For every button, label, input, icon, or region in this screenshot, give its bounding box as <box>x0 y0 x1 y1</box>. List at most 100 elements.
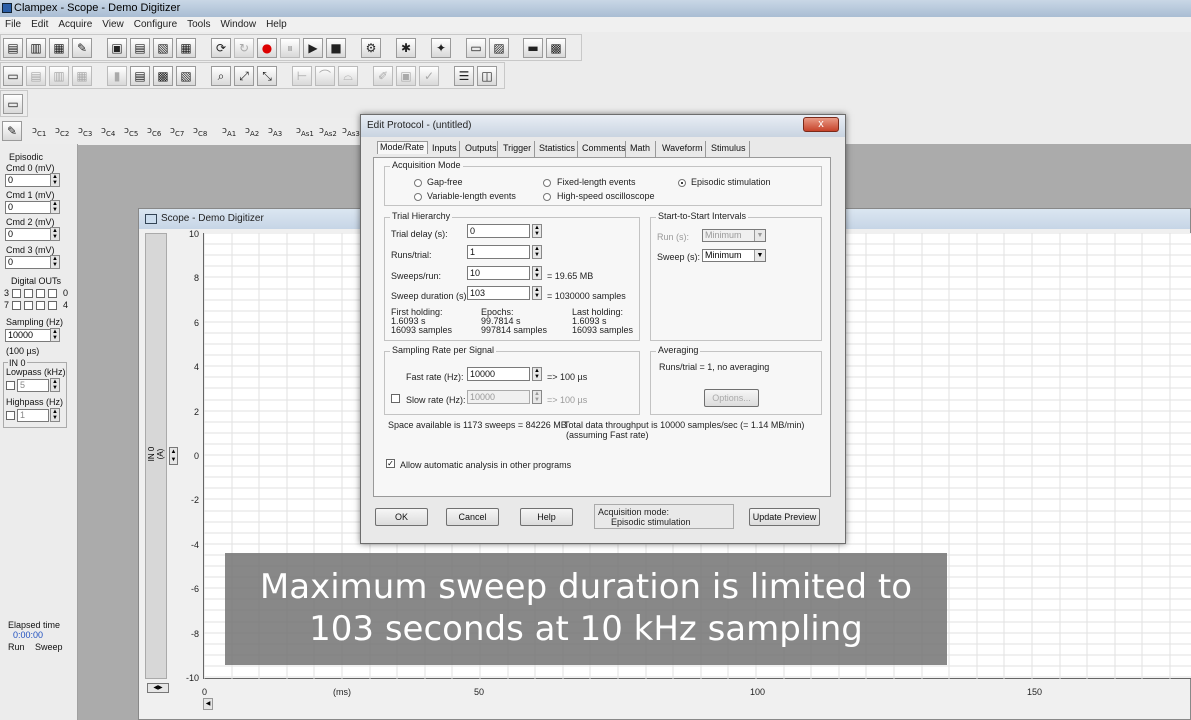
tab-inputs[interactable]: Inputs <box>430 141 460 157</box>
close-button[interactable]: x <box>803 117 839 132</box>
cmd2-spinner[interactable]: ▲ ▼ <box>50 227 60 241</box>
averaging-options-button[interactable]: Options... <box>704 389 759 407</box>
signal-c2[interactable]: ↄC2 <box>55 121 77 141</box>
edit-protocol-icon[interactable]: ✎ <box>72 38 92 58</box>
copy-icon[interactable]: ▤ <box>26 66 46 86</box>
update-preview-button[interactable]: Update Preview <box>749 508 820 526</box>
highpass-checkbox[interactable] <box>6 411 15 420</box>
signal-a2[interactable]: ↄA2 <box>245 121 267 141</box>
configure-icon[interactable]: ▩ <box>546 38 566 58</box>
rerun-icon[interactable]: ↻ <box>234 38 254 58</box>
lock-icon[interactable]: ▮ <box>107 66 127 86</box>
cmd2-field[interactable]: 0 <box>5 228 53 241</box>
trial-delay-spinner[interactable]: ▲ ▼ <box>532 224 542 238</box>
menu-tools[interactable]: Tools <box>182 17 215 32</box>
lowpass-checkbox[interactable] <box>6 381 15 390</box>
menu-help[interactable]: Help <box>261 17 292 32</box>
digital-bit-6[interactable] <box>24 301 33 310</box>
run-interval-select[interactable]: Minimum ▼ <box>702 229 766 242</box>
grid-icon[interactable]: ▦ <box>176 38 196 58</box>
cut-icon[interactable]: ▦ <box>72 66 92 86</box>
sweep-duration-spinner[interactable]: ▲ ▼ <box>532 286 542 300</box>
print-icon[interactable]: ▩ <box>153 66 173 86</box>
menu-configure[interactable]: Configure <box>129 17 182 32</box>
signal-c5[interactable]: ↄC5 <box>124 121 146 141</box>
highpass-spinner[interactable]: ▲ ▼ <box>50 408 60 422</box>
cmd1-spinner[interactable]: ▲ ▼ <box>50 200 60 214</box>
slow-rate-field[interactable]: 10000 <box>467 390 530 404</box>
stop-icon[interactable]: ■ <box>326 38 346 58</box>
stack-horizontal-icon[interactable]: ☰ <box>454 66 474 86</box>
tab-stimulus[interactable]: Stimulus <box>709 141 750 157</box>
radio-episodic[interactable] <box>678 179 686 187</box>
save-data-icon[interactable]: ▥ <box>26 38 46 58</box>
digital-bit-5[interactable] <box>36 301 45 310</box>
results-icon[interactable]: ▤ <box>130 38 150 58</box>
wand-signal-icon[interactable]: ✎ <box>2 121 22 141</box>
sweeps-spinner[interactable]: ▲ ▼ <box>532 266 542 280</box>
paste-icon[interactable]: ▥ <box>49 66 69 86</box>
radio-variable-length[interactable] <box>414 193 422 201</box>
fast-rate-spinner[interactable]: ▲ ▼ <box>532 367 542 381</box>
pause-icon[interactable]: ⏸ <box>280 38 300 58</box>
auto-analysis-checkbox[interactable]: ✓ <box>386 459 395 468</box>
cursor-zoom-icon[interactable]: ⤢ <box>234 66 254 86</box>
tab-waveform[interactable]: Waveform <box>660 141 706 157</box>
sweep-duration-field[interactable]: 103 <box>467 286 530 300</box>
highpass-field[interactable]: 1 <box>17 409 49 422</box>
record-icon[interactable]: ● <box>257 38 277 58</box>
sampling-field[interactable]: 10000 <box>5 329 53 342</box>
signal-a3[interactable]: ↄA3 <box>268 121 290 141</box>
seal-test-icon[interactable]: ✱ <box>396 38 416 58</box>
lowpass-field[interactable]: 5 <box>17 379 49 392</box>
lowpass-spinner[interactable]: ▲ ▼ <box>50 378 60 392</box>
menu-file[interactable]: File <box>0 17 26 32</box>
x-scale-spinner[interactable]: ◀▶ <box>147 683 169 693</box>
runs-spinner[interactable]: ▲ ▼ <box>532 245 542 259</box>
digital-bit-7[interactable] <box>12 301 21 310</box>
menu-edit[interactable]: Edit <box>26 17 53 32</box>
sweep-interval-select[interactable]: Minimum ▼ <box>702 249 766 262</box>
trial-delay-field[interactable]: 0 <box>467 224 530 238</box>
radio-high-speed[interactable] <box>543 193 551 201</box>
signal-as1[interactable]: ↄAs1 <box>296 121 318 141</box>
cmd3-field[interactable]: 0 <box>5 256 53 269</box>
menu-acquire[interactable]: Acquire <box>53 17 97 32</box>
check-icon[interactable]: ✓ <box>419 66 439 86</box>
repeat-icon[interactable]: ⟳ <box>211 38 231 58</box>
wand-icon[interactable]: ✐ <box>373 66 393 86</box>
cancel-button[interactable]: Cancel <box>446 508 499 526</box>
signal-a1[interactable]: ↄA1 <box>222 121 244 141</box>
fast-rate-field[interactable]: 10000 <box>467 367 530 381</box>
monitor-icon[interactable]: ▨ <box>489 38 509 58</box>
signal-c8[interactable]: ↄC8 <box>193 121 215 141</box>
cmd0-field[interactable]: 0 <box>5 174 53 187</box>
help-button[interactable]: Help <box>520 508 573 526</box>
signal-c7[interactable]: ↄC7 <box>170 121 192 141</box>
sampling-spinner[interactable]: ▲ ▼ <box>50 328 60 342</box>
zoom-icon[interactable]: ⌕ <box>211 66 231 86</box>
radio-gap-free[interactable] <box>414 179 422 187</box>
window-tile-icon[interactable]: ▭ <box>3 94 23 114</box>
tab-comments[interactable]: Comments <box>580 141 626 157</box>
digital-bit-3[interactable] <box>12 289 21 298</box>
lab-book-icon[interactable]: ▣ <box>107 38 127 58</box>
fit-icon[interactable]: ⌓ <box>338 66 358 86</box>
signal-c3[interactable]: ↄC3 <box>78 121 100 141</box>
report-icon[interactable]: ▤ <box>130 66 150 86</box>
scroll-left-button[interactable]: ◀ <box>203 698 213 710</box>
membrane-test-icon[interactable]: ⚙ <box>361 38 381 58</box>
window-icon[interactable]: ▭ <box>3 66 23 86</box>
tab-math[interactable]: Math <box>628 141 656 157</box>
open-protocol-icon[interactable]: ▦ <box>49 38 69 58</box>
menu-view[interactable]: View <box>97 17 129 32</box>
open-data-icon[interactable]: ▤ <box>3 38 23 58</box>
slow-rate-checkbox[interactable] <box>391 394 400 403</box>
axis-icon[interactable]: ⊢ <box>292 66 312 86</box>
digital-bit-0[interactable] <box>48 289 57 298</box>
ok-button[interactable]: OK <box>375 508 428 526</box>
camera-icon[interactable]: ▬ <box>523 38 543 58</box>
sweeps-field[interactable]: 10 <box>467 266 530 280</box>
runs-field[interactable]: 1 <box>467 245 530 259</box>
cmd0-spinner[interactable]: ▲ ▼ <box>50 173 60 187</box>
